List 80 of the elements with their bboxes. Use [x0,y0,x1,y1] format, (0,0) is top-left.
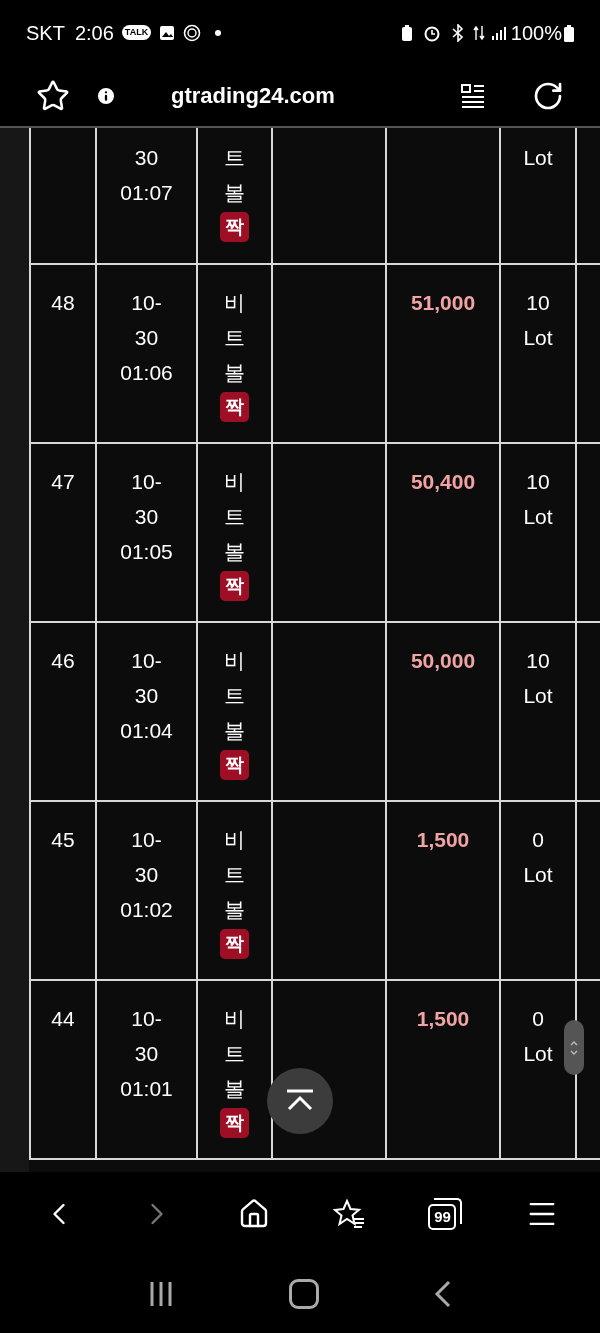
game-text: 트 [224,325,245,351]
lot-text: Lot [523,504,553,530]
game-text: 비 [224,1006,245,1032]
game-text: 볼 [224,180,245,206]
game-text: 볼 [224,539,245,565]
game-text: 볼 [224,1076,245,1102]
bookmark-star-icon[interactable] [36,78,70,113]
row-number: 46 [51,648,75,674]
date-text: 01:01 [120,1076,173,1102]
row-number: 48 [51,290,75,316]
url-text[interactable]: gtrading24.com [171,79,335,112]
amount-text: 50,400 [410,469,476,495]
chat-bubble-icon: TALK [121,25,152,40]
lot-text: Lot [523,325,553,351]
game-text: 트 [224,145,245,171]
date-text: 30 [134,1041,159,1067]
row-number: 45 [51,827,75,853]
game-text: 비 [224,648,245,674]
battery-text: 100% [510,20,562,46]
amount-text: 50,000 [410,648,476,674]
date-text: 01:04 [120,718,173,744]
amount-text: 51,000 [410,290,476,316]
signal-icon [490,24,507,41]
scrollbar-handle[interactable] [564,1020,584,1075]
lot-text: 10 [526,648,550,674]
lot-text: 10 [526,469,550,495]
lot-text: 0 [532,827,544,853]
bookmarks-icon[interactable] [332,1197,367,1230]
carrier-text: SKT [26,20,65,46]
lot-text: 10 [526,290,550,316]
date-text: 30 [134,504,159,530]
game-text: 트 [224,1041,245,1067]
aperture-icon [183,23,202,42]
game-text: 볼 [224,718,245,744]
lot-text: Lot [523,1041,553,1067]
date-text: 30 [134,862,159,888]
back-icon[interactable] [433,1279,453,1309]
result-badge: 짝 [220,1108,249,1138]
row-number: 47 [51,469,75,495]
game-text: 트 [224,504,245,530]
date-text: 30 [134,683,159,709]
battery-saver-icon [400,23,413,42]
date-text: 10- [131,1006,162,1032]
date-text: 10- [131,469,162,495]
game-text: 볼 [224,897,245,923]
result-badge: 짝 [220,212,249,242]
date-text: 30 [134,145,159,171]
date-text: 01:05 [120,539,173,565]
result-badge: 짝 [220,929,249,959]
result-badge: 짝 [220,571,249,601]
result-badge: 짝 [220,750,249,780]
result-badge: 짝 [220,392,249,422]
home-button[interactable] [289,1279,319,1309]
date-text: 01:02 [120,897,173,923]
date-text: 10- [131,827,162,853]
scroll-up-icon [285,1089,315,1113]
row-number: 44 [51,1006,75,1032]
lot-text: Lot [523,145,553,171]
date-text: 10- [131,290,162,316]
game-text: 트 [224,862,245,888]
amount-text: 1,500 [416,827,470,853]
game-text: 비 [224,469,245,495]
bluetooth-icon [450,23,465,42]
time-text: 2:06 [74,20,114,46]
game-text: 볼 [224,360,245,386]
game-text: 비 [224,290,245,316]
lot-text: Lot [523,683,553,709]
game-text: 트 [224,683,245,709]
amount-text: 1,500 [416,1006,470,1032]
image-icon [159,24,176,41]
game-text: 비 [224,827,245,853]
reader-icon[interactable] [460,82,486,109]
date-text: 30 [134,325,159,351]
date-text: 01:06 [120,360,173,386]
date-text: 01:07 [120,180,173,206]
lot-text: Lot [523,862,553,888]
data-arrows-icon [472,24,485,41]
date-text: 10- [131,648,162,674]
battery-icon [564,23,574,42]
lot-text: 0 [532,1006,544,1032]
